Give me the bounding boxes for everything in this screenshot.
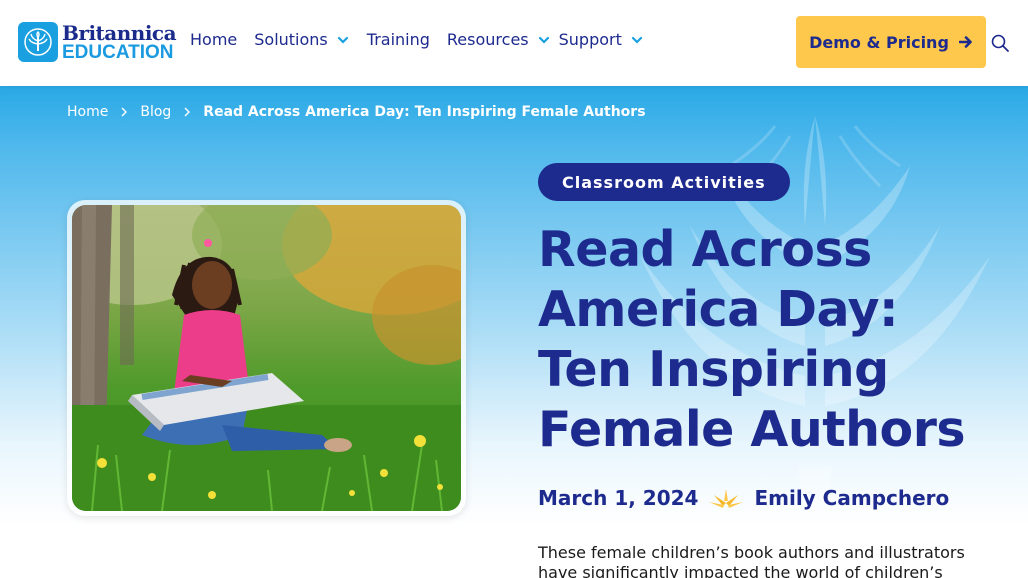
breadcrumb-current: Read Across America Day: Ten Inspiring F…: [203, 104, 646, 120]
nav-resources-label: Resources: [446, 30, 529, 49]
logo-wordmark: Britannica: [62, 20, 177, 45]
chevron-down-icon: [538, 36, 549, 44]
category-badge[interactable]: Classroom Activities: [538, 163, 790, 201]
article-excerpt: These female children’s book authors and…: [538, 543, 965, 578]
site-header: Britannica EDUCATION Home Solutions Trai…: [0, 0, 1028, 86]
featured-image-frame: [67, 200, 466, 516]
nav-resources[interactable]: Resources: [447, 30, 559, 49]
article-date: March 1, 2024: [538, 486, 699, 510]
chevron-right-icon: [121, 107, 128, 117]
nav-home[interactable]: Home: [190, 30, 237, 49]
breadcrumb-blog[interactable]: Blog: [140, 104, 171, 120]
article-hero: Home Blog Read Across America Day: Ten I…: [0, 86, 1028, 578]
sparkle-icon: [709, 489, 744, 508]
chevron-down-icon: [631, 36, 642, 44]
demo-pricing-label: Demo & Pricing: [809, 32, 949, 52]
nav-home-label: Home: [190, 30, 238, 49]
featured-image: [72, 205, 461, 511]
breadcrumb: Home Blog Read Across America Day: Ten I…: [67, 104, 646, 120]
britannica-logo[interactable]: Britannica EDUCATION: [18, 20, 177, 63]
nav-support-label: Support: [558, 30, 622, 49]
search-icon[interactable]: [990, 33, 1010, 53]
nav-solutions-label: Solutions: [254, 30, 328, 49]
nav-training[interactable]: Training: [367, 30, 430, 49]
chevron-down-icon: [337, 36, 348, 44]
arrow-right-icon: [958, 36, 972, 48]
tree-logo-icon: [18, 22, 58, 62]
nav-support[interactable]: Support: [559, 30, 652, 49]
logo-subwordmark: EDUCATION: [62, 41, 174, 63]
main-nav: Home Solutions Training Resources Suppor…: [190, 30, 652, 49]
nav-solutions[interactable]: Solutions: [254, 30, 358, 49]
chevron-right-icon: [184, 107, 191, 117]
article-title: Read Across America Day: Ten Inspiring F…: [538, 221, 966, 458]
demo-pricing-button[interactable]: Demo & Pricing: [796, 16, 986, 68]
breadcrumb-home[interactable]: Home: [67, 104, 108, 120]
article-meta: March 1, 2024 Emily Campchero: [538, 486, 949, 510]
article-author[interactable]: Emily Campchero: [754, 486, 949, 510]
nav-training-label: Training: [366, 30, 430, 49]
